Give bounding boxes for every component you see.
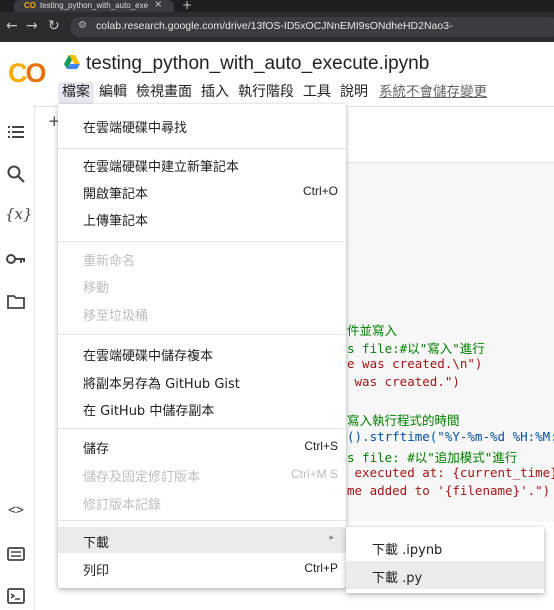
menu-item-revision-history: 修訂版本記錄: [83, 498, 162, 513]
new-tab-icon[interactable]: +: [182, 0, 192, 12]
reload-icon[interactable]: ↻: [48, 18, 60, 34]
menu-separator: [58, 520, 346, 521]
back-icon[interactable]: ←: [6, 18, 18, 34]
menu-separator: [58, 334, 346, 335]
secrets-key-icon[interactable]: [5, 248, 27, 270]
code-line: executed at: {current_time}\: [347, 465, 554, 480]
code-line: e was created.\n"): [347, 356, 483, 371]
menu-separator: [58, 241, 346, 242]
menu-item-save-copy-in-drive[interactable]: 在雲端硬碟中儲存複本: [58, 340, 346, 366]
google-drive-icon[interactable]: [64, 55, 80, 69]
download-submenu: 下載 .ipynb 下載 .py: [346, 527, 544, 593]
menu-item-save-and-pin-revision: 儲存及固定修訂版本 Ctrl+M S: [83, 467, 338, 485]
code-view-icon[interactable]: <>: [5, 503, 27, 525]
menu-help[interactable]: 說明: [336, 82, 372, 104]
menu-item-print[interactable]: 列印 Ctrl+P: [58, 555, 346, 581]
browser-navbar: ← → ↻ ⚙ colab.research.google.com/drive/…: [0, 12, 554, 42]
menubar: 檔案 編輯 檢視畫面 插入 執行階段 工具 說明 系統不會儲存變更: [58, 82, 487, 104]
menu-item-save-copy-github[interactable]: 在 GitHub 中儲存副本: [58, 395, 346, 421]
menu-item-save[interactable]: 儲存 Ctrl+S: [58, 433, 346, 459]
menu-file[interactable]: 檔案: [58, 82, 94, 104]
browser-tab[interactable]: CO testing_python_with_auto_exe ×: [14, 0, 174, 12]
code-line: ().strftime("%Y-%m-%d %H:%M:%S: [347, 429, 554, 444]
browser-tab-title: testing_python_with_auto_exe: [40, 1, 149, 10]
table-of-contents-icon[interactable]: [5, 121, 27, 143]
code-line: me added to '{filename}'."): [347, 483, 551, 498]
forward-icon[interactable]: →: [26, 18, 38, 34]
colab-favicon: CO: [24, 1, 36, 10]
submenu-arrow-icon: ▸: [329, 533, 334, 543]
save-notice-link[interactable]: 系統不會儲存變更: [379, 82, 487, 104]
code-line: s file: #以"追加模式"進行: [347, 450, 518, 465]
menu-item-move: 移動: [83, 281, 110, 296]
address-bar[interactable]: ⚙ colab.research.google.com/drive/13fOS-…: [70, 17, 554, 37]
colab-logo[interactable]: CO: [8, 58, 47, 89]
code-line: 寫入執行程式的時間: [347, 413, 460, 428]
tab-close-icon[interactable]: ×: [154, 0, 162, 10]
menu-item-open-notebook[interactable]: 開啟筆記本 Ctrl+O: [58, 178, 346, 204]
code-line: s file:#以"寫入"進行: [347, 341, 485, 356]
menu-runtime[interactable]: 執行階段: [234, 82, 298, 104]
browser-tabstrip: CO testing_python_with_auto_exe × +: [0, 0, 554, 12]
menu-item-move-to-trash: 移至垃圾桶: [83, 309, 149, 324]
menu-edit[interactable]: 編輯: [95, 82, 131, 104]
menu-item-save-github-gist[interactable]: 將副本另存為 GitHub Gist: [58, 368, 346, 394]
submenu-item-download-ipynb[interactable]: 下載 .ipynb: [346, 533, 544, 561]
menu-insert[interactable]: 插入: [197, 82, 233, 104]
menu-separator: [58, 148, 346, 149]
file-menu-dropdown: 在雲端硬碟中尋找 在雲端硬碟中建立新筆記本 開啟筆記本 Ctrl+O 上傳筆記本…: [58, 104, 346, 588]
command-palette-icon[interactable]: [5, 543, 27, 565]
url-text: colab.research.google.com/drive/13fOS-ID…: [96, 20, 453, 32]
site-info-icon[interactable]: ⚙: [78, 20, 87, 31]
left-rail-divider: [34, 106, 35, 610]
notebook-title[interactable]: testing_python_with_auto_execute.ipynb: [86, 53, 429, 75]
code-line: was created."): [347, 374, 460, 389]
menu-item-locate-in-drive[interactable]: 在雲端硬碟中尋找: [58, 112, 346, 138]
menu-item-upload-notebook[interactable]: 上傳筆記本: [58, 205, 346, 231]
files-folder-icon[interactable]: [5, 290, 27, 312]
submenu-item-download-py[interactable]: 下載 .py: [346, 561, 544, 589]
code-snippets-icon[interactable]: {x}: [5, 205, 33, 227]
menu-item-rename: 重新命名: [83, 254, 136, 269]
search-icon[interactable]: [5, 163, 27, 185]
menu-item-download[interactable]: 下載 ▸: [58, 527, 346, 553]
code-line: 件並寫入: [347, 323, 398, 338]
menu-tools[interactable]: 工具: [299, 82, 335, 104]
menu-separator: [58, 428, 346, 429]
terminal-icon[interactable]: [5, 585, 27, 607]
menu-item-new-notebook[interactable]: 在雲端硬碟中建立新筆記本: [58, 151, 346, 177]
menu-view[interactable]: 檢視畫面: [132, 82, 196, 104]
